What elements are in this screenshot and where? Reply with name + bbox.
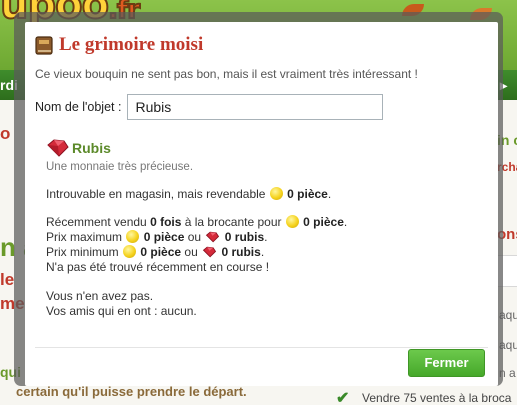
item-header: Rubis [46,138,486,158]
bg-text: Vendre 75 ventes à la broca [362,391,512,405]
max-price: 0 pièce [143,230,185,244]
sold-prefix: Récemment vendu [46,215,147,229]
ruby-icon [46,138,70,158]
bg-heading: o [0,124,11,143]
max-price-line: Prix maximum 0 pièce ou 0 rubis. [46,230,268,244]
min-rubis: 0 rubis [221,245,261,259]
not-found-line: N'a pas été trouvé récemment en course ! [46,260,270,274]
dialog-divider [35,347,488,348]
max-or: ou [187,230,202,244]
sold-mid: à la brocante pour [184,215,282,229]
object-name-row: Nom de l'objet : [35,94,384,120]
sold-times: 0 fois [150,215,182,229]
dialog-description: Ce vieux bouquin ne sent pas bon, mais i… [35,67,418,81]
object-name-label: Nom de l'objet : [35,100,122,114]
shop-text: Introuvable en magasin, mais revendable [46,187,266,201]
dialog-title-text: Le grimoire moisi [59,34,204,55]
coin-icon [123,245,137,258]
min-prefix: Prix minimum [46,245,119,259]
object-name-input[interactable] [127,94,384,120]
bg-text: certain qu'il puisse prendre le départ. [16,384,247,399]
coin-icon [126,230,140,243]
sold-price: 0 pièce [303,215,344,229]
max-rubis: 0 rubis [224,230,265,244]
max-prefix: Prix maximum [46,230,123,244]
min-or: ou [184,245,198,259]
item-dialog: Le grimoire moisi Ce vieux bouquin ne se… [25,22,498,386]
item-details: Rubis Une monnaie très précieuse. Introu… [46,138,486,319]
check-icon: ✔ [336,390,350,405]
shop-line: Introuvable en magasin, mais revendable … [46,187,332,201]
ruby-icon [202,246,217,258]
own-line: Vous n'en avez pas. [46,289,154,303]
coin-icon [285,215,299,228]
item-subtitle: Une monnaie très précieuse. [46,161,194,173]
sold-line: Récemment vendu 0 fois à la brocante pou… [46,215,348,229]
item-name: Rubis [72,140,111,156]
dialog-title: Le grimoire moisi [35,34,203,56]
min-price-line: Prix minimum 0 pièce ou 0 rubis. [46,245,265,259]
coin-icon [269,187,283,200]
close-button[interactable]: Fermer [408,349,485,377]
bg-text: le [0,270,15,289]
shop-price: 0 pièce [287,187,328,201]
friends-line: Vos amis qui en ont : aucun. [46,304,197,318]
min-price: 0 pièce [140,245,182,259]
ruby-icon [205,231,220,243]
book-icon [35,35,54,55]
